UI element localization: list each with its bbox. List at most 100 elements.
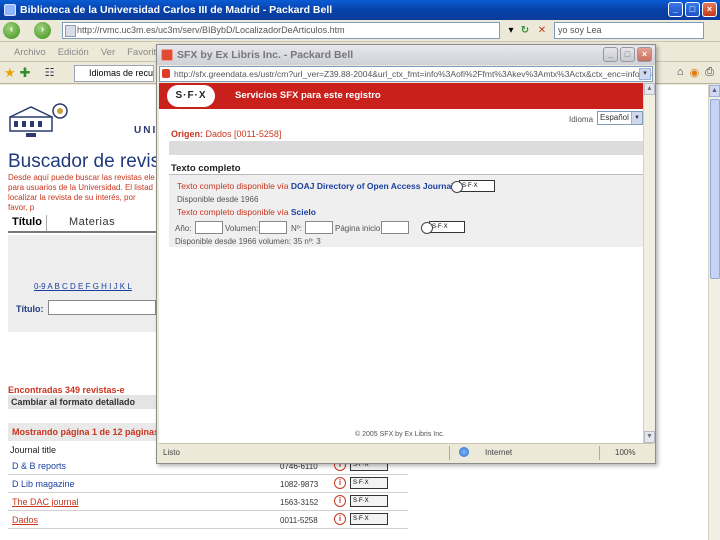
sfx-address-text: http://sfx.greendata.es/ustr/cm?url_ver=… [174,69,652,79]
search-input[interactable]: yo soy Lea [554,22,704,39]
journal-issn: 1082-9873 [280,480,319,489]
info-icon[interactable]: i [334,477,346,489]
sfx-close-button[interactable]: × [637,47,652,62]
scielo-availability: Disponible desde 1966 volumen: 35 nº: 3 [175,237,321,246]
tab-list-icon[interactable]: ☷ [45,66,55,79]
sfx-button[interactable]: S·F·X [350,477,388,489]
minimize-button[interactable]: _ [668,2,683,17]
scrollbar-thumb[interactable] [710,99,720,279]
internet-zone-icon [459,447,469,457]
status-zone-text: Internet [485,448,513,457]
favorites-star-icon[interactable]: ★ [4,65,16,81]
main-vertical-scrollbar[interactable]: ▲ [708,85,720,540]
sfx-address-input[interactable]: http://sfx.greendata.es/ustr/cm?url_ver=… [159,66,653,82]
change-format-link[interactable]: Cambiar al formato detallado [8,395,156,409]
sfx-vertical-scrollbar[interactable]: ▲ ▼ [643,83,655,443]
journal-title-link[interactable]: D Lib magazine [12,479,75,489]
doaj-link-target: DOAJ Directory of Open Access Journals [290,181,459,191]
zoom-level[interactable]: 100% [615,448,635,457]
sfx-window-icon [161,49,173,61]
journal-title-header: Journal title [10,445,57,455]
sfx-titlebar: SFX by Ex Libris Inc. - Packard Bell _ □… [157,45,655,65]
sfx-button[interactable]: S·F·X [350,513,388,525]
print-icon[interactable]: ⎙ [705,66,714,79]
status-separator [449,446,450,460]
journal-title-link[interactable]: The DAC journal [12,497,79,507]
journal-title-link[interactable]: D & B reports [12,461,66,471]
doaj-go-button[interactable]: S·F·X [451,180,495,193]
titulo-label: Título: [16,304,44,314]
intro-text: Desde aquí puede buscar las revistas ele… [8,173,155,212]
chevron-down-icon[interactable]: ▼ [631,112,642,124]
results-list: D & B reports 0746-6110 i S·F·X D Lib ma… [8,457,408,529]
home-icon[interactable]: ⌂ [677,66,684,79]
journal-title-link[interactable]: Dados [12,515,38,525]
sfx-window-title: SFX by Ex Libris Inc. - Packard Bell [177,49,354,61]
feeds-icon[interactable]: ◉ [690,66,700,79]
info-icon[interactable]: i [334,513,346,525]
scielo-go-button[interactable]: S·F·X [421,221,465,234]
origin-value: Dados [0011-5258] [205,129,282,139]
address-bar: ‹ › http://rvmc.uc3m.es/uc3m/serv/BIBybD… [0,20,720,42]
refresh-icon[interactable]: ↻ [518,24,532,38]
sfx-header-bar: S·F·X Servicios SFX para este registro [159,83,643,109]
sfx-button[interactable]: S·F·X [350,495,388,507]
doaj-link-prefix: Texto completo disponible vía [177,181,289,191]
add-favorite-icon[interactable]: ✚ [20,65,31,81]
browser-tab[interactable]: Idiomas de recu [74,65,154,82]
sfx-status-bar: Listo Internet 100% [159,443,653,461]
origin-label: Origen: [171,129,204,139]
sfx-page-content: S·F·X Servicios SFX para este registro I… [159,83,643,443]
volumen-input[interactable] [259,221,287,234]
titulo-input[interactable] [48,300,156,315]
sfx-scroll-up-icon[interactable]: ▲ [644,83,655,95]
journal-issn: 1563-3152 [280,498,319,507]
main-window-title: Biblioteca de la Universidad Carlos III … [20,4,333,16]
status-done-text: Listo [163,448,180,457]
volumen-label: Volumen: [225,224,259,233]
ano-input[interactable] [195,221,223,234]
scielo-link-prefix: Texto completo disponible vía [177,207,289,217]
tab-materias[interactable]: Materias [47,215,115,231]
forward-button[interactable]: › [34,22,51,39]
ie-icon [4,4,16,16]
menu-archivo[interactable]: Archivo [14,47,46,58]
language-select[interactable]: Español ▼ [597,111,643,125]
info-icon[interactable]: i [334,495,346,507]
sfx-copyright: © 2005 SFX by Ex Libris Inc. [355,431,445,438]
sfx-maximize-button[interactable]: □ [620,47,635,62]
section-title: Texto completo [171,163,241,174]
doaj-link[interactable]: Texto completo disponible vía DOAJ Direc… [177,181,458,191]
pagina-label: Página inicio: [335,224,383,233]
alphabet-links[interactable]: 0-9 A B C D E F G H I J K L [34,282,132,291]
search-tabs: Título Materias [8,215,156,233]
stop-icon[interactable]: ✕ [535,24,549,38]
doaj-availability: Disponible desde 1966 [177,195,259,204]
close-button[interactable]: × [702,2,717,17]
address-dropdown-icon[interactable]: ▾ [504,24,518,38]
menu-edicion[interactable]: Edición [58,47,89,58]
numero-label: Nº: [291,224,302,233]
sfx-minimize-button[interactable]: _ [603,47,618,62]
address-input[interactable]: http://rvmc.uc3m.es/uc3m/serv/BIBybD/Loc… [62,22,500,39]
sfx-logo: S·F·X [167,85,215,107]
language-selected-value: Español [600,113,629,122]
back-button[interactable]: ‹ [3,22,20,39]
pagina-input[interactable] [381,221,409,234]
table-row: D Lib magazine 1082-9873 i S·F·X [8,475,408,493]
menu-ver[interactable]: Ver [101,47,115,58]
ano-label: Año: [175,224,192,233]
language-label: Idioma [569,115,594,124]
journal-issn: 0011-5258 [280,516,318,525]
tab-titulo[interactable]: Título [8,215,47,231]
maximize-button[interactable]: □ [685,2,700,17]
scielo-link[interactable]: Texto completo disponible vía Scielo [177,207,316,217]
numero-input[interactable] [305,221,333,234]
divider-strip [169,141,643,155]
status-separator [599,446,600,460]
scroll-up-icon[interactable]: ▲ [709,85,720,97]
paging-info: Mostrando página 1 de 12 páginas. [8,423,156,441]
main-window-controls: _ □ × [668,2,717,17]
sfx-address-dropdown-icon[interactable]: ▾ [639,68,651,80]
sfx-scroll-down-icon[interactable]: ▼ [644,431,655,443]
